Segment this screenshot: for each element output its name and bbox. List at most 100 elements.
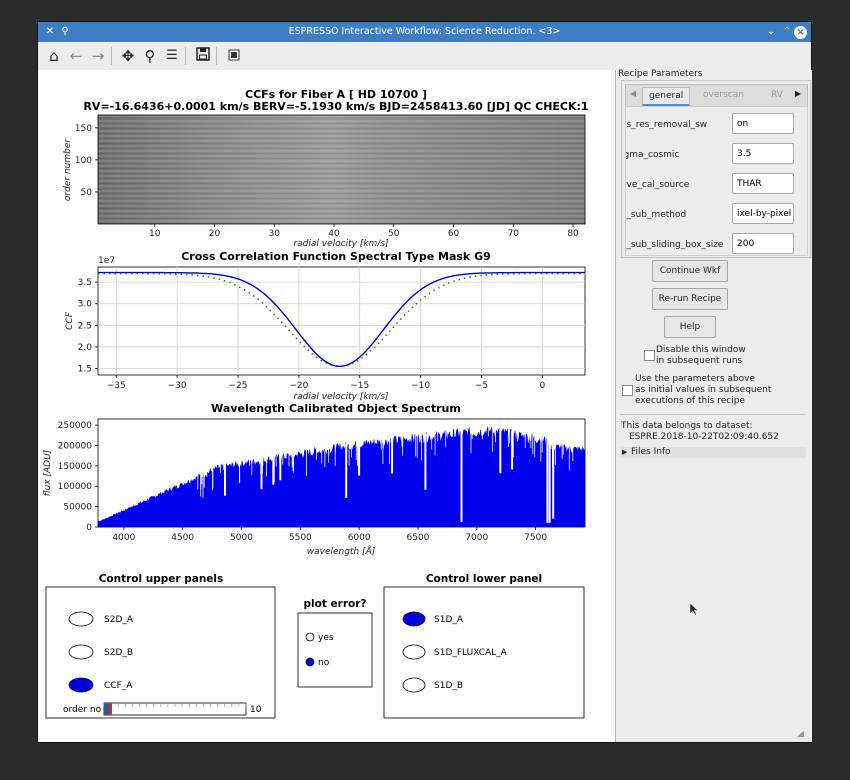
window-title: ESPRESSO Interactive Workflow: Science R… [288, 26, 561, 37]
absorption-line [382, 437, 384, 465]
ccf-curve-xlabel: radial velocity [km/s] [293, 392, 389, 402]
param-value-input[interactable]: 200 [732, 233, 794, 254]
zoom-icon[interactable]: ⚲ [141, 47, 159, 65]
radio-error-no[interactable] [305, 657, 315, 667]
radio-ccf-a[interactable] [68, 677, 94, 693]
error-control-title: plot error? [304, 598, 367, 610]
absorption-line [572, 444, 574, 461]
absorption-line [512, 429, 514, 457]
save-icon[interactable] [194, 47, 212, 65]
rerun-recipe-button[interactable]: Re-run Recipe [652, 288, 728, 310]
spectrum-xtick-label: 7000 [465, 533, 488, 543]
absorption-line [540, 434, 542, 462]
param-value-input[interactable]: THAR [732, 173, 794, 194]
absorption-line [530, 432, 532, 449]
spectrum-xtick-label: 6500 [407, 533, 430, 543]
files-info-expander[interactable]: ▶ Files Info [620, 447, 806, 458]
radio-ccf-a-label: CCF_A [104, 681, 133, 691]
absorption-line [517, 430, 518, 442]
radio-s2d-a[interactable] [68, 611, 94, 627]
absorption-line [273, 454, 275, 483]
toggle-icon[interactable] [225, 47, 243, 65]
absorption-line [437, 430, 439, 441]
absorption-line [470, 427, 472, 454]
absorption-line [415, 433, 417, 457]
absorption-line [495, 426, 496, 443]
param-name: y_sub_sliding_box_size [625, 240, 724, 250]
disable-window-checkbox[interactable] [644, 350, 655, 361]
absorption-line [316, 447, 317, 460]
absorption-line [306, 449, 307, 476]
figure-canvas[interactable]: CCFs for Fiber A [ HD 10700 ] RV=-16.643… [38, 70, 615, 742]
absorption-line [391, 437, 394, 474]
absorption-line [460, 430, 463, 523]
absorption-line [348, 441, 350, 466]
maximize-icon[interactable]: ⌃ [780, 25, 794, 39]
home-icon[interactable]: ⌂ [45, 47, 63, 65]
forward-icon[interactable]: → [89, 47, 107, 65]
tab-rv[interactable]: RV [771, 90, 783, 100]
use-params-checkbox[interactable] [622, 385, 633, 396]
param-name: ave_cal_source [625, 180, 690, 190]
ccf-curve-ytick-label: 2.5 [78, 321, 92, 331]
continue-workflow-button[interactable]: Continue Wkf [652, 260, 728, 282]
minimize-icon[interactable]: ⌄ [764, 25, 778, 39]
absorption-line [552, 442, 554, 454]
app-window: ✕ ⚲ ESPRESSO Interactive Workflow: Scien… [38, 22, 812, 742]
param-value-input[interactable]: ixel-by-pixel [732, 203, 794, 224]
absorption-line [222, 463, 224, 470]
back-icon[interactable]: ← [67, 47, 85, 65]
dataset-name: ESPRE.2018-10-22T02:09:40.652 [629, 432, 779, 442]
help-button[interactable]: Help [664, 316, 716, 338]
absorption-line [434, 431, 436, 456]
ccf-xtick-label: 70 [508, 229, 520, 239]
pan-icon[interactable]: ✥ [119, 47, 137, 65]
tab-scroll-right-icon[interactable]: ▶ [795, 89, 801, 98]
absorption-line [200, 473, 202, 490]
absorption-line [260, 457, 262, 474]
upper-control-title: Control upper panels [99, 573, 224, 585]
radio-s1d-b[interactable] [402, 677, 426, 693]
error-control-box [297, 612, 373, 688]
radio-s1d-fluxcal-a[interactable] [402, 644, 426, 660]
window-titlebar[interactable]: ✕ ⚲ ESPRESSO Interactive Workflow: Scien… [38, 22, 811, 42]
param-value-input[interactable]: 3.5 [732, 143, 794, 164]
ccf-xlabel: radial velocity [km/s] [293, 239, 389, 249]
absorption-line [499, 429, 502, 474]
tab-general[interactable]: general [642, 87, 691, 106]
param-value-input[interactable]: on [732, 113, 794, 134]
absorption-line [445, 430, 447, 448]
absorption-line [328, 445, 330, 456]
parameter-list[interactable]: as_res_removal_sw on igma_cosmic 3.5 ave… [625, 106, 808, 256]
recipe-tabs: ◀ general overscan RV ▶ [625, 84, 808, 108]
radio-s1d-a[interactable] [402, 611, 426, 627]
absorption-line [202, 472, 204, 498]
order-slider-handle[interactable] [109, 703, 112, 715]
absorption-line [482, 425, 484, 435]
ccf-xtick-label: 10 [149, 229, 161, 239]
close-icon[interactable]: × [794, 26, 807, 39]
absorption-line [507, 428, 509, 448]
absorption-line [201, 472, 203, 485]
radio-s2d-b[interactable] [68, 644, 94, 660]
resize-grip-icon[interactable]: ◢ [797, 729, 807, 739]
radio-s2d-a-label: S2D_A [104, 615, 134, 625]
ccf-curve-ytick-label: 3.0 [78, 300, 93, 310]
absorption-line [431, 431, 433, 450]
spectrum-ytick-label: 250000 [58, 421, 93, 431]
absorption-line [266, 456, 267, 477]
configure-icon[interactable]: ☰ [163, 47, 181, 65]
absorption-line [562, 443, 564, 455]
tab-scroll-left-icon[interactable]: ◀ [630, 89, 636, 98]
absorption-line [262, 456, 263, 474]
ccf-xtick-label: 30 [269, 229, 281, 239]
param-name: y_sub_method [625, 210, 687, 220]
absorption-line [197, 474, 199, 490]
ccf-curve-xtick-label: −10 [411, 381, 430, 391]
expand-arrow-icon: ▶ [622, 448, 628, 456]
absorption-line [509, 428, 511, 444]
lower-control-title: Control lower panel [426, 573, 542, 585]
ccf-curve-xtick-label: −25 [229, 381, 248, 391]
tab-overscan[interactable]: overscan [703, 90, 744, 100]
radio-error-yes[interactable] [305, 632, 315, 642]
